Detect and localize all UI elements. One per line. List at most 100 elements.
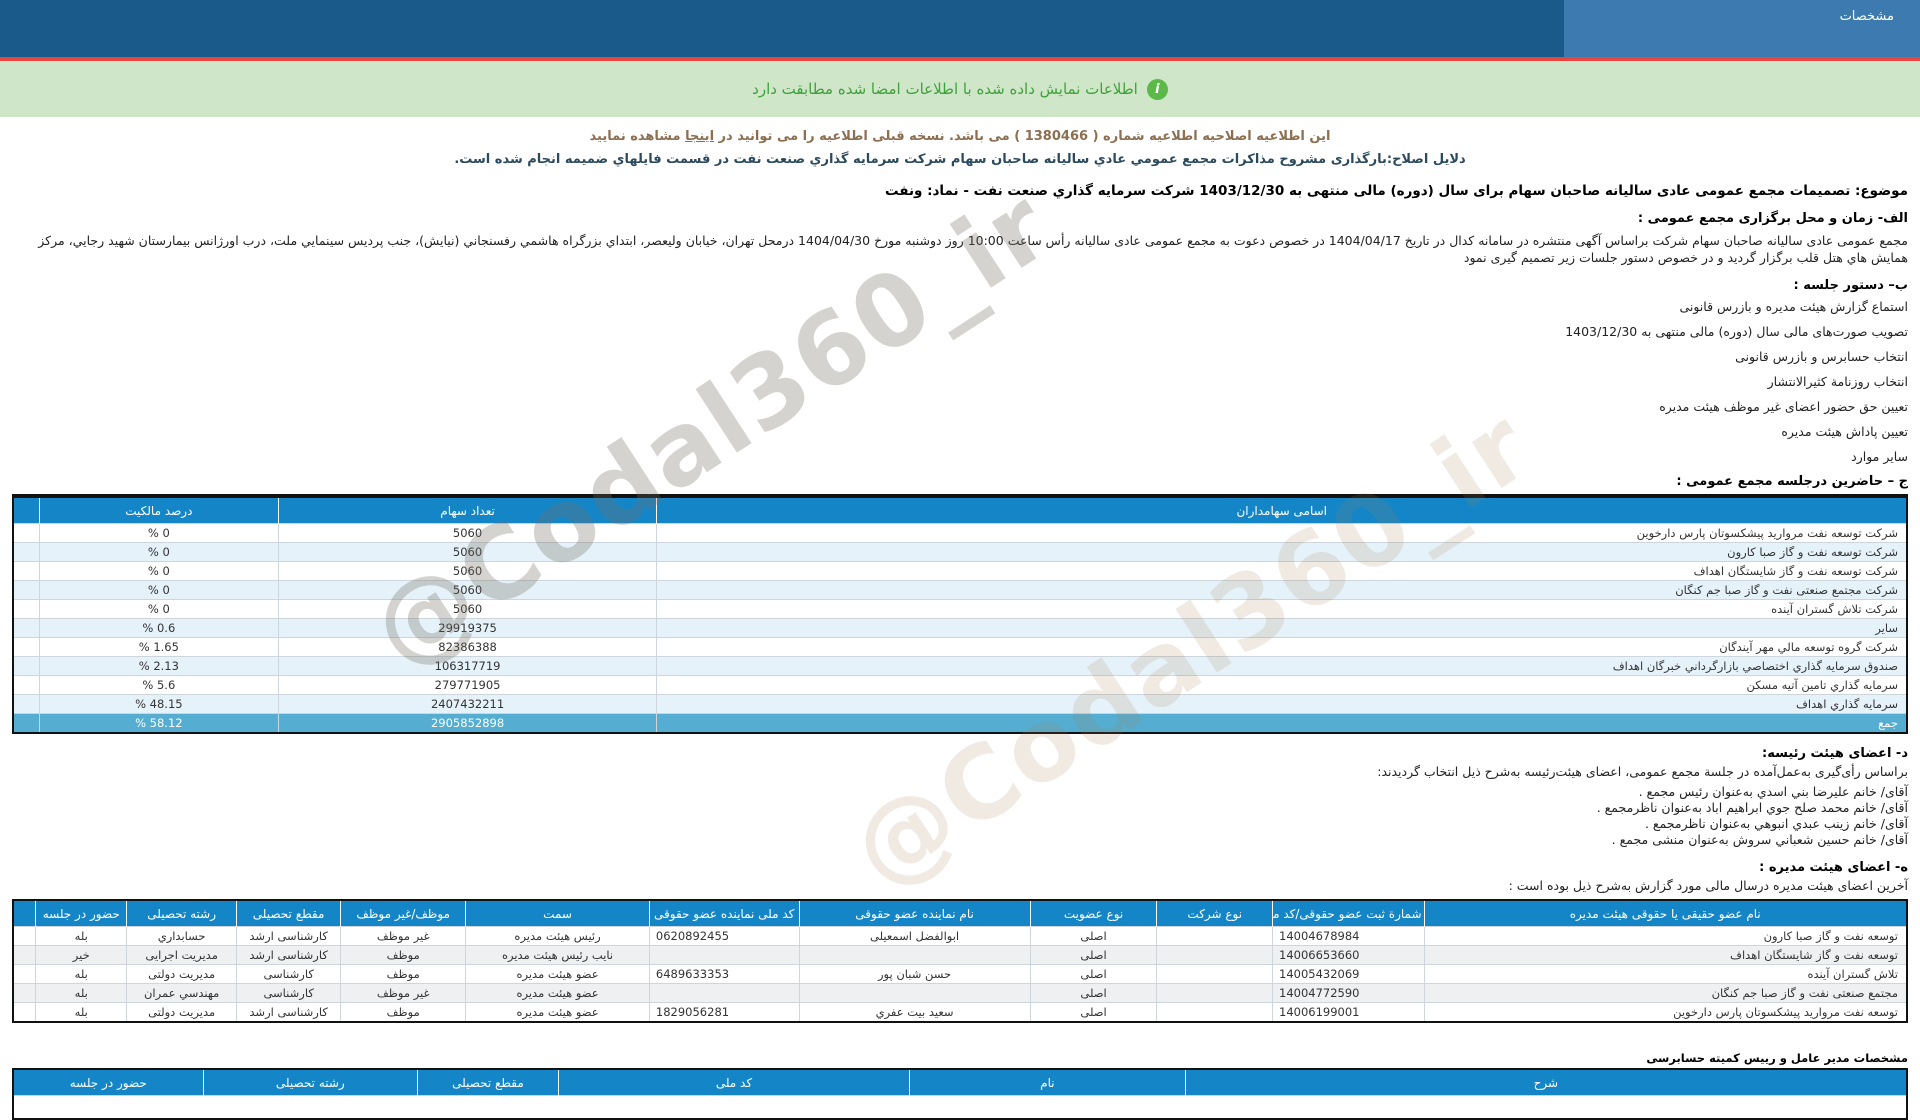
table-cell [12, 713, 41, 734]
table-cell: % 0 [39, 580, 279, 600]
presidium-members-list: آقای/ خانم علیرضا بني اسدي به‌عنوان رئیس… [12, 784, 1908, 848]
table-cell [12, 983, 37, 1003]
table-cell: 2905852898 [277, 713, 658, 734]
agenda-item: سایر موارد [1851, 449, 1908, 464]
table-cell: 0620892455 [648, 926, 800, 946]
ceo-audit-table: شرح نام کد ملی مقطع تحصیلی رشته تحصیلی حضور د… [12, 1068, 1908, 1120]
presidium-member: آقای/ خانم علیرضا بني اسدي به‌عنوان رئیس… [1638, 784, 1908, 799]
amendment-note-suffix: مشاهده نمایید [589, 129, 686, 144]
board-header-row: نام عضو حقیقی یا حقوقی هیئت مدیره شمارة ث… [13, 900, 1907, 927]
header-cell: موظف/غیر موظف [340, 900, 467, 927]
table-cell: مدیریت دولتی [126, 1002, 238, 1023]
header-cell: رشته تحصیلی [126, 900, 238, 927]
table-cell: اصلی [1029, 1002, 1158, 1023]
table-cell: مدیریت اجرایی [126, 945, 238, 965]
header-cell: سمت [465, 900, 650, 927]
table-cell: خیر [35, 945, 128, 965]
table-cell [12, 637, 41, 657]
header-cell: حضور در جلسه [35, 900, 128, 927]
table-cell [1156, 964, 1274, 984]
table-cell [1156, 1002, 1274, 1023]
board-member-row: توسعه نفت و گاز شایستگان اهداف 1400665366… [12, 945, 1908, 965]
table-cell: % 0 [39, 561, 279, 581]
table-cell [1156, 983, 1274, 1003]
table-cell: شرکت توسعه نفت و گاز شایستگان اهداف [656, 561, 1908, 581]
header-cell: رشته تحصیلی [203, 1069, 419, 1096]
board-body: توسعه نفت و گاز صبا کارون 14004678984 اصلی… [12, 926, 1908, 1023]
table-cell: کارشناسی ارشد [236, 926, 342, 946]
shareholder-row: شرکت گروه توسعه مالي مهر آیندگان 82386388… [12, 637, 1908, 657]
table-cell [12, 561, 41, 581]
header-cell: نوع عضویت [1030, 900, 1158, 927]
table-cell [648, 945, 800, 965]
shareholder-row: سرمایه گذاري اهداف 2407432211% 48.15 [12, 694, 1908, 714]
shareholder-row: شرکت تلاش گستران آینده 5060% 0 [12, 599, 1908, 619]
table-cell: رئیس هیئت مدیره [465, 926, 650, 946]
table-cell: سرمایه گذاري اهداف [656, 694, 1908, 714]
table-cell: کارشناسی ارشد [236, 1002, 342, 1023]
subject-line: موضوع: تصمیمات مجمع عمومی عادی سالیانه ص… [884, 183, 1908, 199]
table-cell: 5060 [277, 599, 658, 619]
header-cell: نوع شرکت [1156, 900, 1274, 927]
table-cell: 14006199001 [1272, 1002, 1425, 1023]
shareholder-row: صندوق سرمایه گذاري اختصاصي بازارگرداني خ… [12, 656, 1908, 676]
previous-notice-link[interactable]: اینجا [685, 129, 714, 144]
header-cell: حضور در جلسه [13, 1069, 204, 1096]
table-cell: شرکت توسعه نفت و گاز صبا کارون [656, 542, 1908, 562]
presidium-member: آقای/ خانم حسین شعباني سروش به‌عنوان منش… [1611, 832, 1908, 847]
info-icon: i [1146, 78, 1168, 100]
table-cell: % 2.13 [39, 656, 279, 676]
table-cell: حسن شبان پور [798, 964, 1031, 984]
agenda-item: تعیین حق حضور اعضای غیر موظف هیئت مدیره [1659, 399, 1908, 414]
table-cell: 14004772590 [1272, 983, 1425, 1003]
table-cell [648, 983, 800, 1003]
section-f-title: مشخصات مدیر عامل و رییس کمیته حسابرسی [1646, 1051, 1908, 1065]
table-cell: 14004678984 [1272, 926, 1425, 946]
correction-reason: دلایل اصلاح:بارگذاری مشروح مذاکرات مجمع … [454, 152, 1466, 167]
table-cell [12, 542, 41, 562]
header-cell [13, 497, 41, 524]
table-cell [798, 983, 1031, 1003]
table-cell: اصلی [1029, 945, 1158, 965]
presidium-intro: براساس رأی‌گیری به‌عمل‌آمده در جلسة مجمع… [1377, 764, 1908, 779]
clipped-row [12, 1095, 1908, 1120]
header-cell: مقطع تحصیلی [417, 1069, 559, 1096]
table-cell: % 0 [39, 523, 279, 543]
status-message: اطلاعات نمایش داده شده با اطلاعات امضا ش… [752, 80, 1138, 98]
table-cell: 2407432211 [277, 694, 658, 714]
header-cell: اسامی سهامداران [656, 497, 1907, 524]
table-cell: عضو هیئت مدیره [465, 964, 650, 984]
table-cell [12, 1002, 37, 1023]
table-cell: 14005432069 [1272, 964, 1425, 984]
table-cell: مدیریت دولتی [126, 964, 238, 984]
header-cell: کد ملی [558, 1069, 911, 1096]
table-cell: کارشناسی [236, 983, 342, 1003]
table-cell: 1829056281 [648, 1002, 800, 1023]
table-cell [12, 694, 41, 714]
table-cell: شرکت گروه توسعه مالي مهر آیندگان [656, 637, 1908, 657]
codal-amendment-notice-page: { "header": { "tab_label": "مشخصات" }, "… [0, 0, 1920, 1120]
table-cell [12, 523, 41, 543]
header-cell: درصد مالکیت [39, 497, 279, 524]
section-e-title: ه- اعضای هیئت مدیره : [1759, 860, 1908, 875]
table-cell: شرکت توسعه نفت مروارید پیشکسوتان پارس دا… [656, 523, 1908, 543]
table-cell: غیر موظف [340, 983, 467, 1003]
agenda-list: استماع گزارش هیئت مدیره و بازرس قانونی تص… [12, 299, 1908, 464]
table-cell [12, 945, 37, 965]
table-cell [12, 618, 41, 638]
table-cell: 29919375 [277, 618, 658, 638]
agenda-item: استماع گزارش هیئت مدیره و بازرس قانونی [1679, 299, 1908, 314]
table-cell: توسعه نفت و گاز صبا کارون [1423, 926, 1908, 946]
table-cell: مهندسي عمران [126, 983, 238, 1003]
shareholder-row: شرکت توسعه نفت و گاز صبا کارون 5060% 0 [12, 542, 1908, 562]
board-member-row: تلاش گستران آینده 14005432069 اصلی حسن شبان… [12, 964, 1908, 984]
table-cell: % 58.12 [39, 713, 279, 734]
tab-moshakhasat[interactable]: مشخصات [1564, 0, 1920, 57]
presidium-member: آقای/ خانم زینب عبدي انبوهي به‌عنوان ناظ… [1644, 816, 1908, 831]
table-cell: توسعه نفت و گاز شایستگان اهداف [1423, 945, 1908, 965]
table-cell: موظف [340, 945, 467, 965]
shareholder-row: سایر 29919375% 0.6 [12, 618, 1908, 638]
header-cell: مقطع تحصیلی [236, 900, 342, 927]
agenda-item: انتخاب حسابرس و بازرس قانونی [1735, 349, 1908, 364]
table-cell: عضو هیئت مدیره [465, 1002, 650, 1023]
